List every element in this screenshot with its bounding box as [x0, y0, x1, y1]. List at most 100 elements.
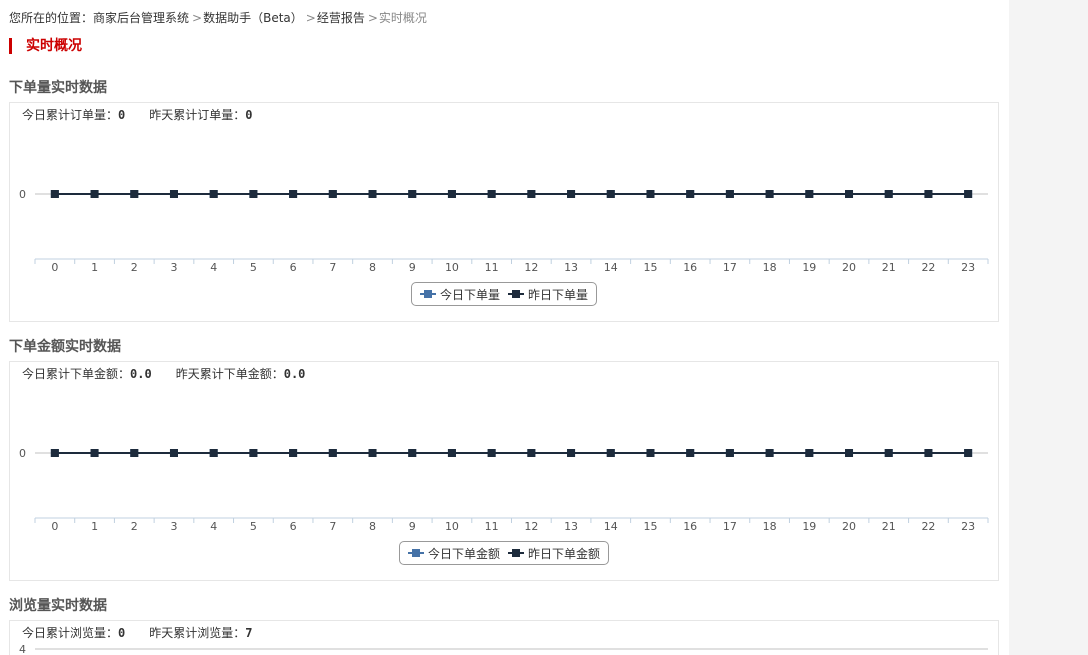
- data-point: [606, 449, 615, 457]
- x-tick-label: 4: [210, 261, 217, 274]
- data-point: [249, 190, 258, 198]
- data-point: [130, 449, 139, 457]
- series-yesterday-icon: [508, 549, 525, 557]
- x-tick-label: 4: [210, 520, 217, 533]
- breadcrumb-link-business-report[interactable]: 经营报告: [317, 11, 365, 25]
- data-point: [646, 449, 655, 457]
- data-point: [289, 449, 298, 457]
- x-tick-label: 9: [409, 520, 416, 533]
- x-tick-label: 1: [91, 261, 98, 274]
- breadcrumb: 您所在的位置：商家后台管理系统 >数据助手（Beta） >经营报告 >实时概况: [9, 9, 427, 26]
- data-point: [90, 449, 99, 457]
- legend-item-today[interactable]: 今日下单金额: [408, 545, 500, 562]
- data-point: [90, 190, 99, 198]
- data-point: [169, 449, 178, 457]
- legend-label: 今日下单金额: [428, 546, 501, 561]
- data-point: [408, 449, 417, 457]
- series-today-icon: [420, 290, 436, 298]
- data-point: [130, 190, 139, 198]
- order-count-panel: 今日累计订单量：0 昨天累计订单量：0 0 0 1 2 3 4 5 6 7 8 9 10 11 12 13 14…: [9, 102, 999, 322]
- legend-label: 今日下单量: [440, 287, 501, 302]
- x-tick-label: 17: [723, 520, 737, 533]
- x-tick-label: 6: [290, 261, 297, 274]
- data-point: [805, 190, 814, 198]
- x-tick-label: 13: [564, 261, 578, 274]
- x-tick-label: 11: [485, 520, 499, 533]
- breadcrumb-current: 实时概况: [378, 11, 427, 25]
- data-point: [169, 190, 178, 198]
- data-point: [249, 449, 258, 457]
- series-yesterday-icon: [508, 290, 525, 298]
- data-point: [209, 190, 218, 198]
- data-point: [447, 449, 456, 457]
- order-amount-legend: 今日下单金额 昨日下单金额: [399, 541, 610, 565]
- legend-label: 昨日下单金额: [528, 546, 601, 561]
- x-tick-label: 10: [445, 520, 459, 533]
- x-tick-label: 5: [250, 261, 257, 274]
- x-tick-label: 18: [763, 261, 777, 274]
- data-point: [368, 190, 377, 198]
- x-tick-label: 22: [921, 261, 935, 274]
- x-tick-label: 17: [723, 261, 737, 274]
- data-point: [487, 449, 496, 457]
- x-tick-label: 21: [882, 261, 896, 274]
- x-tick-label: 3: [170, 520, 177, 533]
- right-gutter: [1009, 0, 1088, 655]
- x-tick-label: 20: [842, 261, 856, 274]
- x-tick-label: 14: [604, 261, 618, 274]
- legend-item-yesterday[interactable]: 昨日下单量: [508, 286, 588, 303]
- legend-label: 昨日下单量: [528, 287, 589, 302]
- y-tick-label: 0: [19, 447, 26, 460]
- data-point: [884, 449, 893, 457]
- y-tick-label: 0: [19, 188, 26, 201]
- section-title-order-count: 下单量实时数据: [9, 80, 107, 96]
- data-point: [884, 190, 893, 198]
- page-title: 实时概况: [9, 38, 82, 54]
- order-amount-panel: 今日累计下单金额：0.0 昨天累计下单金额：0.0 0 0 1 2 3 4 5 6 7 8 9 10 11…: [9, 361, 999, 581]
- legend-item-today[interactable]: 今日下单量: [420, 286, 500, 303]
- chevron-right-icon: >: [367, 11, 378, 25]
- data-point: [765, 190, 774, 198]
- x-tick-label: 16: [683, 520, 697, 533]
- x-tick-label: 11: [485, 261, 499, 274]
- data-point: [725, 449, 734, 457]
- data-point: [606, 190, 615, 198]
- section-title-page-views: 浏览量实时数据: [9, 598, 107, 614]
- breadcrumb-link-data-assistant[interactable]: 数据助手（Beta）: [203, 11, 303, 25]
- data-point: [686, 449, 695, 457]
- y-tick-label: 4: [19, 643, 26, 655]
- x-tick-label: 13: [564, 520, 578, 533]
- data-point: [408, 190, 417, 198]
- data-point: [924, 190, 933, 198]
- data-point: [845, 449, 854, 457]
- breadcrumb-prefix: 您所在的位置：: [9, 11, 94, 25]
- x-tick-label: 21: [882, 520, 896, 533]
- data-point: [328, 449, 337, 457]
- x-tick-label: 12: [524, 520, 538, 533]
- x-tick-label: 6: [290, 520, 297, 533]
- data-point: [368, 449, 377, 457]
- legend-item-yesterday[interactable]: 昨日下单金额: [508, 545, 600, 562]
- chevron-right-icon: >: [305, 11, 316, 25]
- data-point: [964, 190, 973, 198]
- data-point: [765, 449, 774, 457]
- breadcrumb-link-home[interactable]: 商家后台管理系统: [93, 11, 189, 25]
- x-tick-label: 3: [170, 261, 177, 274]
- data-point: [527, 449, 536, 457]
- data-point: [686, 190, 695, 198]
- data-point: [328, 190, 337, 198]
- order-count-legend: 今日下单量 昨日下单量: [411, 282, 598, 306]
- x-tick-label: 16: [683, 261, 697, 274]
- x-tick-label: 0: [51, 520, 58, 533]
- data-point: [50, 449, 59, 457]
- x-tick-label: 7: [329, 261, 336, 274]
- x-tick-label: 20: [842, 520, 856, 533]
- x-tick-label: 14: [604, 520, 618, 533]
- x-tick-label: 10: [445, 261, 459, 274]
- x-tick-label: 15: [643, 261, 657, 274]
- x-tick-label: 7: [329, 520, 336, 533]
- x-tick-label: 23: [961, 261, 975, 274]
- x-tick-label: 12: [524, 261, 538, 274]
- x-tick-label: 23: [961, 520, 975, 533]
- data-point: [805, 449, 814, 457]
